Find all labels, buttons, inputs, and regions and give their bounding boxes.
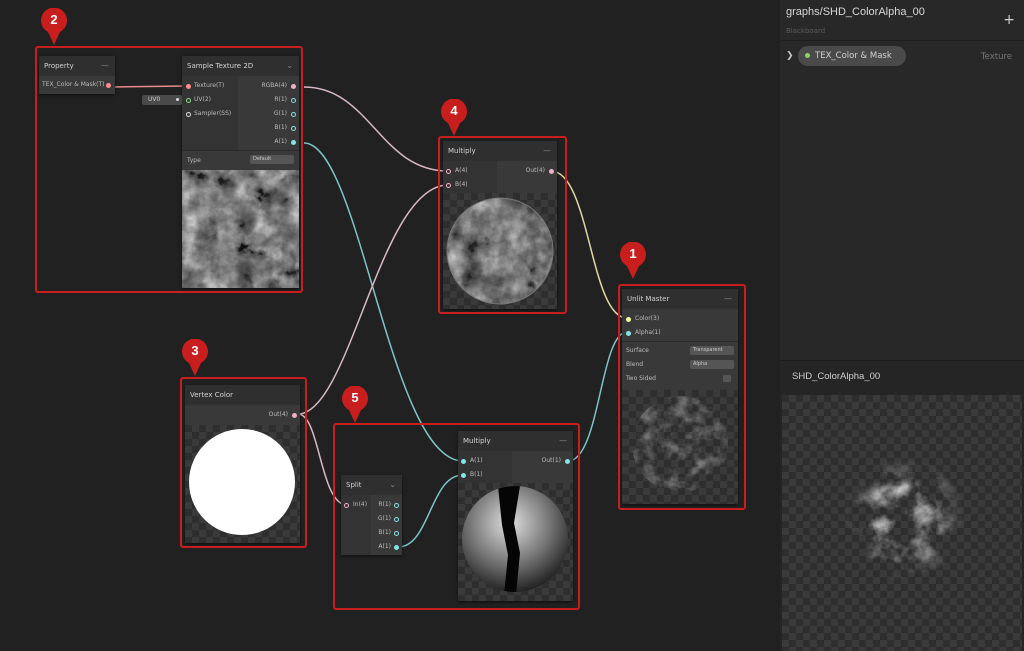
add-property-button[interactable]: + bbox=[1003, 12, 1015, 28]
annotation-frame-4 bbox=[438, 136, 567, 314]
blackboard-subtitle: Blackboard bbox=[786, 27, 826, 35]
annotation-label: 2 bbox=[50, 12, 58, 27]
annotation-label: 4 bbox=[450, 103, 458, 118]
annotation-label: 3 bbox=[191, 343, 199, 358]
preview-viewport[interactable] bbox=[782, 395, 1022, 651]
blackboard-title: graphs/SHD_ColorAlpha_00 bbox=[786, 6, 925, 18]
property-pill[interactable]: TEX_Color & Mask bbox=[798, 46, 906, 66]
annotation-frame-1 bbox=[618, 284, 746, 510]
annotation-frame-5 bbox=[333, 423, 580, 610]
annotation-pin-3: 3 bbox=[180, 339, 210, 377]
main-preview-panel[interactable]: SHD_ColorAlpha_00 bbox=[780, 360, 1024, 651]
blackboard-divider bbox=[780, 40, 1024, 41]
annotation-pin-2: 2 bbox=[39, 8, 69, 46]
expand-arrow-icon[interactable]: ❯ bbox=[786, 51, 794, 61]
annotation-pin-5: 5 bbox=[340, 386, 370, 424]
annotation-label: 5 bbox=[351, 390, 359, 405]
preview-title: SHD_ColorAlpha_00 bbox=[792, 371, 881, 382]
annotation-frame-2 bbox=[35, 46, 303, 293]
annotation-pin-1: 1 bbox=[618, 242, 648, 280]
property-type-label: Texture bbox=[980, 52, 1012, 62]
annotation-label: 1 bbox=[629, 246, 637, 261]
graph-canvas[interactable]: Property — TEX_Color & Mask(T) Sample Tex… bbox=[0, 0, 780, 650]
annotation-pin-4: 4 bbox=[439, 99, 469, 137]
preview-smoke-render bbox=[782, 395, 1022, 651]
property-dot-icon bbox=[805, 53, 810, 58]
edge-vertex-to-multiply-b bbox=[297, 184, 449, 415]
annotation-frame-3 bbox=[180, 377, 307, 548]
property-pill-label: TEX_Color & Mask bbox=[815, 51, 892, 61]
